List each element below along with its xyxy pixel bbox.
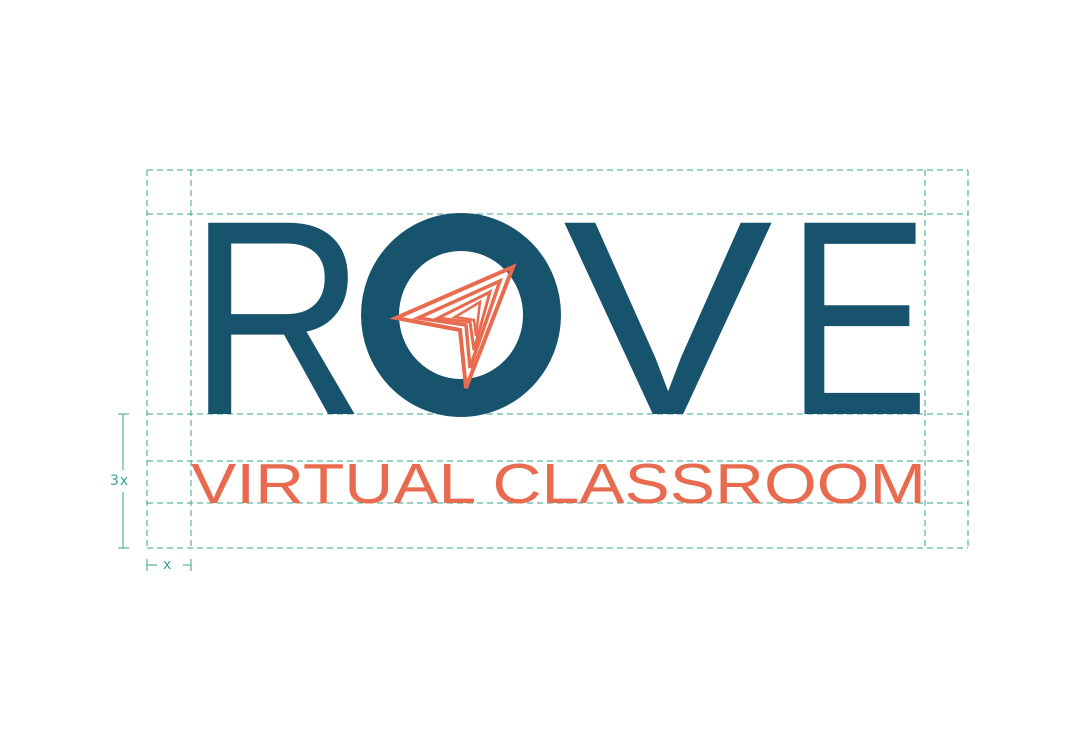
wordmark: R V E	[188, 162, 929, 473]
wordmark-letter-e: E	[787, 162, 929, 473]
rove-logo: R V E VIRTUAL CLASSROOM	[188, 162, 929, 516]
wordmark-letter-v: V	[563, 162, 775, 473]
tagline: VIRTUAL CLASSROOM	[191, 452, 926, 516]
wordmark-letter-r: R	[188, 162, 366, 473]
